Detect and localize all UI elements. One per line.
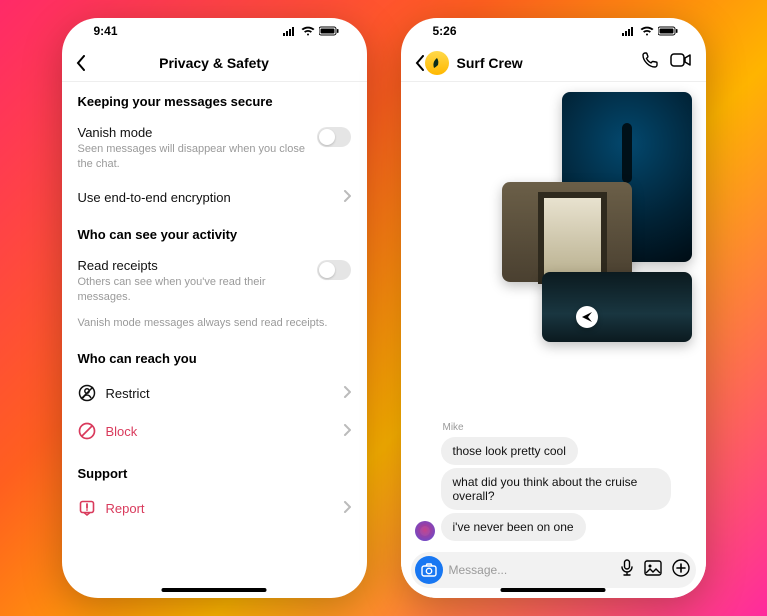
chevron-left-icon: [76, 55, 86, 71]
message-bubble[interactable]: those look pretty cool: [441, 437, 578, 465]
message-thread: Mike those look pretty cool what did you…: [401, 418, 706, 552]
restrict-icon: [78, 384, 96, 402]
section-heading-activity: Who can see your activity: [78, 227, 351, 242]
signal-icon: [283, 26, 297, 36]
signal-icon: [622, 26, 636, 36]
status-icons: [283, 26, 339, 36]
message-bubble[interactable]: i've never been on one: [441, 513, 586, 541]
sender-name: Mike: [443, 422, 692, 433]
row-block[interactable]: Block: [78, 412, 351, 450]
e2e-label: Use end-to-end encryption: [78, 190, 231, 205]
wifi-icon: [301, 26, 315, 36]
restrict-label: Restrict: [106, 386, 150, 401]
clock: 5:26: [433, 24, 457, 38]
chevron-left-icon: [415, 55, 425, 71]
row-e2e[interactable]: Use end-to-end encryption: [78, 180, 351, 215]
audio-call-button[interactable]: [640, 50, 660, 75]
video-icon: [670, 52, 692, 68]
composer-input[interactable]: Message...: [449, 563, 614, 577]
photo-pool[interactable]: [542, 272, 692, 342]
chat-navbar: Surf Crew: [401, 44, 706, 82]
row-read-receipts[interactable]: Read receipts Others can see when you've…: [78, 250, 351, 313]
vanish-sub: Seen messages will disappear when you cl…: [78, 142, 317, 172]
photo-cabin[interactable]: [502, 182, 632, 282]
receipts-sub: Others can see when you've read their me…: [78, 275, 317, 305]
block-label: Block: [106, 424, 138, 439]
camera-button[interactable]: [415, 556, 443, 584]
forward-button[interactable]: [576, 306, 598, 328]
photo-collage[interactable]: [502, 92, 692, 342]
chat-title[interactable]: Surf Crew: [457, 55, 523, 71]
battery-icon: [658, 26, 678, 36]
chevron-right-icon: [343, 190, 351, 205]
back-button[interactable]: [415, 55, 425, 71]
settings-content: Keeping your messages secure Vanish mode…: [62, 82, 367, 598]
chat-avatar[interactable]: [425, 51, 449, 75]
back-button[interactable]: [76, 55, 86, 71]
home-indicator[interactable]: [162, 588, 267, 592]
status-bar: 5:26: [401, 18, 706, 44]
message-bubble[interactable]: what did you think about the cruise over…: [441, 468, 671, 510]
block-icon: [78, 422, 96, 440]
plus-circle-icon: [672, 559, 690, 577]
row-report[interactable]: Report: [78, 489, 351, 527]
phone-icon: [640, 50, 660, 70]
camera-icon: [421, 563, 437, 577]
vanish-title: Vanish mode: [78, 125, 317, 140]
send-icon: [581, 311, 593, 323]
sender-avatar[interactable]: [415, 521, 435, 541]
add-button[interactable]: [672, 559, 690, 582]
status-icons: [622, 26, 678, 36]
row-restrict[interactable]: Restrict: [78, 374, 351, 412]
phone-chat: 5:26 Surf Crew: [401, 18, 706, 598]
section-heading-support: Support: [78, 466, 351, 481]
video-call-button[interactable]: [670, 52, 692, 73]
battery-icon: [319, 26, 339, 36]
receipts-toggle[interactable]: [317, 260, 351, 280]
phone-settings: 9:41 Privacy & Safety Keeping your messa…: [62, 18, 367, 598]
chevron-right-icon: [343, 386, 351, 401]
voice-button[interactable]: [620, 559, 634, 582]
surf-avatar-icon: [430, 56, 444, 70]
settings-navbar: Privacy & Safety: [62, 44, 367, 82]
status-bar: 9:41: [62, 18, 367, 44]
home-indicator[interactable]: [501, 588, 606, 592]
page-title: Privacy & Safety: [86, 55, 343, 71]
message-composer[interactable]: Message...: [411, 552, 696, 588]
receipts-title: Read receipts: [78, 258, 317, 273]
receipts-note: Vanish mode messages always send read re…: [78, 316, 351, 331]
row-vanish-mode[interactable]: Vanish mode Seen messages will disappear…: [78, 117, 351, 180]
chat-body[interactable]: Mike those look pretty cool what did you…: [401, 82, 706, 598]
chevron-right-icon: [343, 501, 351, 516]
chevron-right-icon: [343, 424, 351, 439]
report-icon: [78, 499, 96, 517]
mic-icon: [620, 559, 634, 577]
wifi-icon: [640, 26, 654, 36]
section-heading-secure: Keeping your messages secure: [78, 94, 351, 109]
image-icon: [644, 560, 662, 576]
section-heading-reach: Who can reach you: [78, 351, 351, 366]
clock: 9:41: [94, 24, 118, 38]
gallery-button[interactable]: [644, 560, 662, 581]
report-label: Report: [106, 501, 145, 516]
vanish-toggle[interactable]: [317, 127, 351, 147]
